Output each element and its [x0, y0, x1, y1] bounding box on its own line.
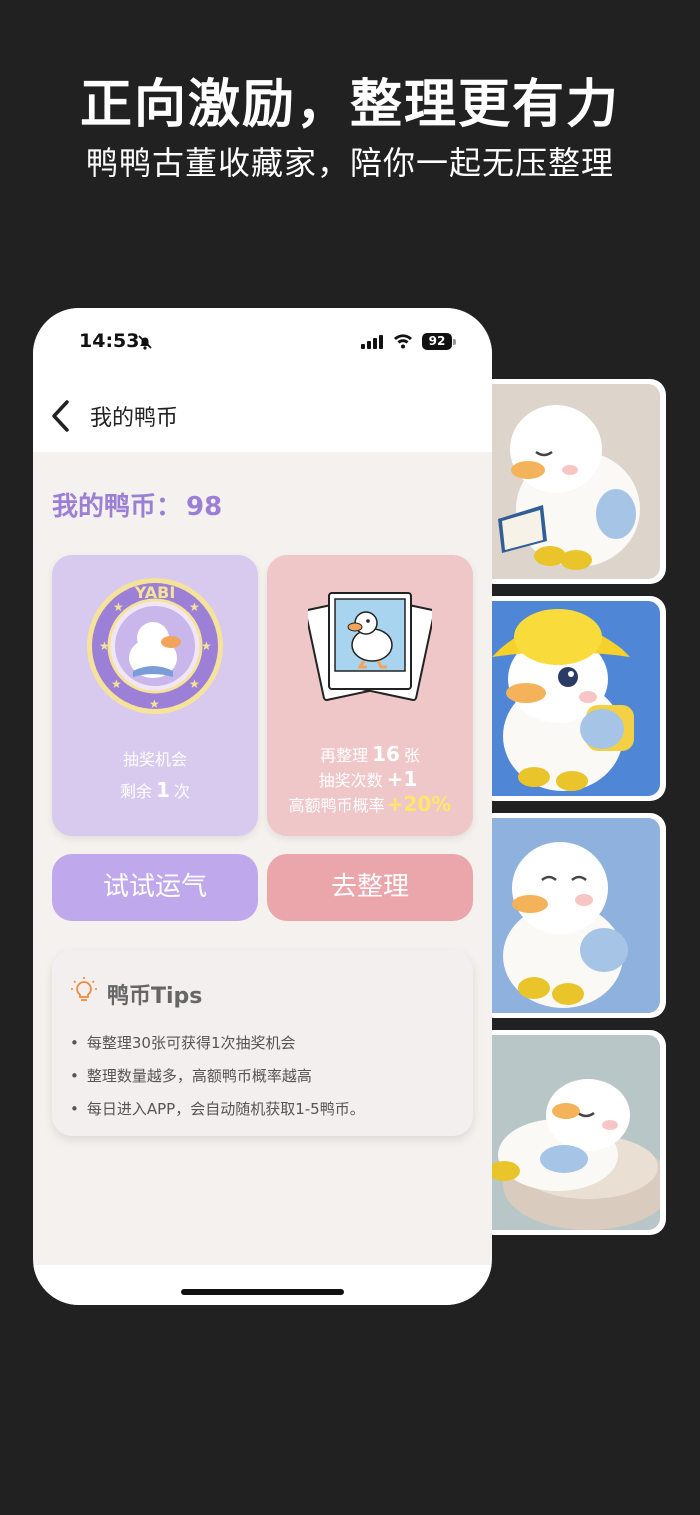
organize-suffix: 张 — [403, 746, 420, 765]
chevron-left-icon[interactable] — [47, 396, 77, 436]
svg-text:★: ★ — [189, 677, 200, 691]
bell-slash-icon — [138, 335, 152, 350]
lottery-remaining: 剩余 1 次 — [52, 778, 258, 802]
side-photo-duck-reading — [478, 379, 666, 584]
nav-bar: 我的鸭币 — [33, 378, 492, 452]
probability-label: 高额鸭币概率 — [288, 796, 385, 815]
lottery-card: YABI ★ ★ ★ ★ ★ ★ ★ 抽奖机会 剩余 1 次 — [52, 555, 258, 836]
promo-page: 正向激励，整理更有力 鸭鸭古董收藏家，陪你一起无压整理 14:53 92 我的鸭… — [0, 0, 700, 1515]
status-bar: 14:53 92 — [33, 308, 492, 378]
svg-text:★: ★ — [111, 677, 122, 691]
coin-total: 我的鸭币： 98 — [52, 486, 222, 523]
tips-title: 鸭币Tips — [107, 984, 203, 1009]
tips-item: • 每整理30张可获得1次抽奖机会 — [70, 1034, 296, 1052]
duck-reading-illustration — [478, 384, 660, 579]
tips-item-text: 每日进入APP，会自动随机获取1-5鸭币。 — [86, 1100, 365, 1118]
home-indicator-area — [33, 1265, 492, 1305]
status-time: 14:53 — [79, 330, 140, 352]
signal-icon — [361, 335, 383, 349]
lightbulb-icon — [71, 977, 97, 1001]
duck-sleeping-illustration — [478, 1035, 660, 1230]
tips-item-text: 整理数量越多，高额鸭币概率越高 — [86, 1067, 312, 1085]
tips-card: 鸭币Tips • 每整理30张可获得1次抽奖机会 • 整理数量越多，高额鸭币概率越高… — [52, 950, 473, 1136]
svg-text:★: ★ — [113, 600, 124, 614]
side-photo-duck-happy — [478, 813, 666, 1018]
lottery-chance-label: 抽奖机会 — [122, 750, 187, 769]
svg-text:★: ★ — [189, 600, 200, 614]
organize-card: 再整理 16 张 抽奖次数 +1 高额鸭币概率 +20% — [267, 555, 473, 836]
probability-value: +20% — [386, 792, 452, 816]
lottery-times-label: 抽奖次数 — [318, 771, 383, 790]
duck-hat-illustration — [478, 601, 660, 796]
hero-subtitle: 鸭鸭古董收藏家，陪你一起无压整理 — [85, 144, 614, 182]
yabi-badge-text: YABI — [134, 583, 176, 602]
tips-item-text: 每整理30张可获得1次抽奖机会 — [86, 1034, 296, 1052]
photo-stack-icon — [308, 592, 432, 701]
battery-indicator: 92 — [422, 333, 452, 350]
phone-screen: 14:53 92 我的鸭币 我的鸭币： 98 YABI ★ ★ ★ ★ ★ ★ … — [33, 308, 492, 1305]
yabi-coin-icon: YABI ★ ★ ★ ★ ★ ★ ★ — [87, 578, 223, 714]
side-photo-duck-hat — [478, 596, 666, 801]
svg-text:★: ★ — [201, 639, 212, 653]
tips-item: • 整理数量越多，高额鸭币概率越高 — [70, 1067, 312, 1085]
remaining-prefix: 剩余 — [120, 782, 153, 801]
svg-text:★: ★ — [149, 697, 160, 711]
battery-tip — [453, 339, 456, 345]
tips-item: • 每日进入APP，会自动随机获取1-5鸭币。 — [70, 1100, 365, 1118]
coin-total-value: 98 — [186, 492, 223, 522]
duck-happy-illustration — [478, 818, 660, 1013]
go-organize-button[interactable]: 去整理 — [267, 854, 473, 921]
coin-total-label: 我的鸭币： — [52, 492, 183, 522]
lottery-times-value: +1 — [386, 767, 418, 791]
svg-text:★: ★ — [99, 639, 110, 653]
organize-prefix: 再整理 — [320, 746, 369, 765]
side-photo-duck-sleeping — [478, 1030, 666, 1235]
page-title: 我的鸭币 — [90, 406, 179, 431]
hero-title: 正向激励，整理更有力 — [79, 75, 620, 135]
remaining-suffix: 次 — [173, 782, 190, 801]
lottery-times-line: 抽奖次数 +1 — [267, 767, 473, 791]
wifi-icon — [394, 334, 412, 349]
try-luck-button[interactable]: 试试运气 — [52, 854, 258, 921]
organize-count: 16 — [372, 742, 400, 766]
remaining-count: 1 — [156, 778, 170, 802]
home-indicator[interactable] — [181, 1289, 344, 1295]
organize-more-line: 再整理 16 张 — [267, 742, 473, 766]
high-coin-probability-line: 高额鸭币概率 +20% — [267, 792, 473, 816]
